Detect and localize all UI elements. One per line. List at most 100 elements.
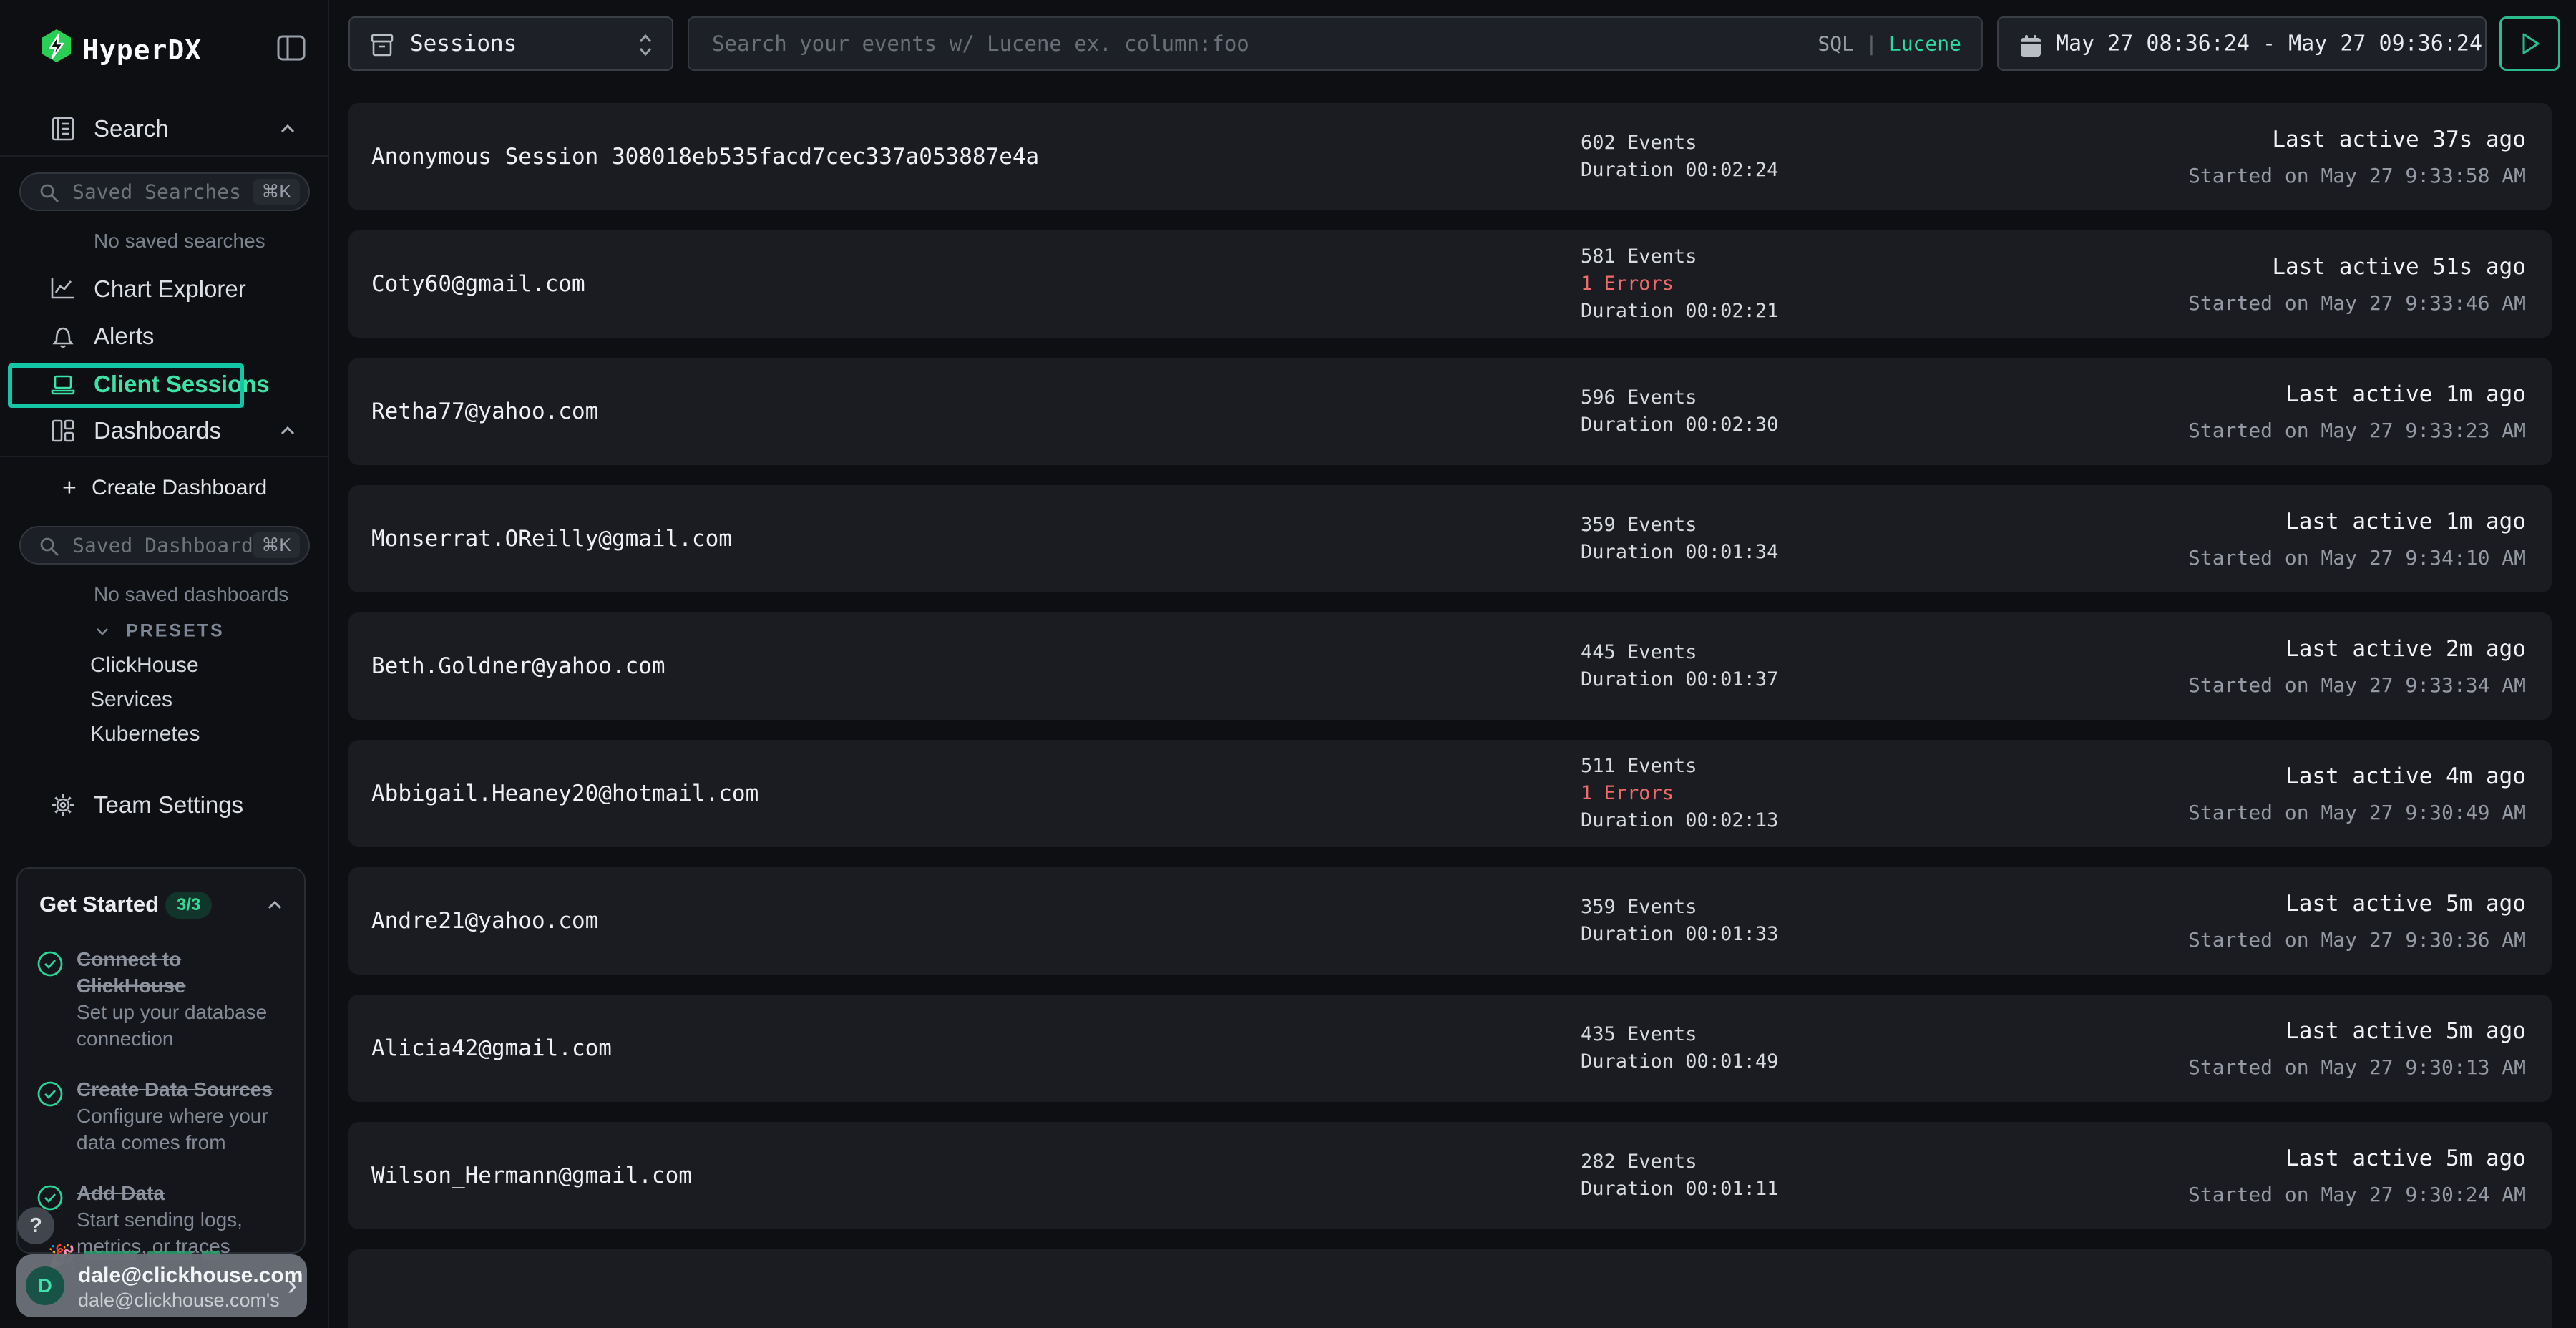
session-activity: Last active 1m ago Started on May 27 9:3… xyxy=(2188,358,2526,465)
progress-badge: 3/3 xyxy=(165,892,212,919)
sessions-source-icon xyxy=(369,31,396,59)
session-stats: 511 Events 1 Errors Duration 00:02:13 xyxy=(1581,740,1778,847)
saved-searches-placeholder: Saved Searches xyxy=(72,180,241,204)
session-name: Monserrat.OReilly@gmail.com xyxy=(371,485,732,592)
session-card[interactable]: Wilson_Hermann@gmail.com 282 Events Dura… xyxy=(348,1122,2552,1229)
help-button[interactable]: ? xyxy=(17,1207,54,1244)
sidebar-item-label: Alerts xyxy=(94,323,154,350)
get-started-step[interactable]: Create Data Sources Configure where your… xyxy=(36,1076,286,1156)
search-icon xyxy=(38,535,61,558)
presets-toggle[interactable]: PRESETS xyxy=(0,607,329,655)
session-name: Beth.Goldner@yahoo.com xyxy=(371,612,665,720)
step-desc: Start sending logs, metrics, or traces xyxy=(77,1209,243,1257)
session-duration: Duration 00:02:24 xyxy=(1581,157,1778,184)
session-name: Coty60@gmail.com xyxy=(371,230,585,338)
session-name: Abbigail.Heaney20@hotmail.com xyxy=(371,740,758,847)
source-select-value: Sessions xyxy=(410,31,517,57)
session-activity: Last active 2m ago Started on May 27 9:3… xyxy=(2188,612,2526,720)
session-started: Started on May 27 9:33:23 AM xyxy=(2188,419,2526,442)
session-events: 581 Events xyxy=(1581,243,1778,270)
user-account-chip[interactable]: D dale@clickhouse.com dale@clickhouse.co… xyxy=(16,1254,307,1317)
session-card[interactable]: Retha77@yahoo.com 596 Events Duration 00… xyxy=(348,358,2552,465)
sql-mode-button[interactable]: SQL xyxy=(1818,32,1854,56)
lucene-mode-button[interactable]: Lucene xyxy=(1889,32,1961,56)
sidebar-item-client-sessions[interactable]: Client Sessions xyxy=(0,361,329,408)
session-stats: 359 Events Duration 00:01:33 xyxy=(1581,867,1778,975)
session-card[interactable]: Abbigail.Heaney20@hotmail.com 511 Events… xyxy=(348,740,2552,847)
session-last-active: Last active 1m ago xyxy=(2285,381,2526,407)
mode-separator: | xyxy=(1865,32,1878,56)
session-activity: Last active 1m ago Started on May 27 9:3… xyxy=(2188,485,2526,592)
sidebar-item-alerts[interactable]: Alerts xyxy=(0,313,329,360)
session-card[interactable]: Beth.Goldner@yahoo.com 445 Events Durati… xyxy=(348,612,2552,720)
create-dashboard-button[interactable]: + Create Dashboard xyxy=(0,464,329,512)
session-duration: Duration 00:02:21 xyxy=(1581,298,1778,325)
session-card[interactable]: Andre21@yahoo.com 359 Events Duration 00… xyxy=(348,867,2552,975)
get-started-step[interactable]: Connect to ClickHouse Set up your databa… xyxy=(36,946,286,1052)
no-saved-dashboards-note: No saved dashboards xyxy=(94,583,288,606)
session-started: Started on May 27 9:30:49 AM xyxy=(2188,801,2526,824)
session-last-active: Last active 5m ago xyxy=(2285,1146,2526,1171)
chart-explorer-icon xyxy=(49,275,77,303)
session-duration: Duration 00:01:49 xyxy=(1581,1048,1778,1075)
chevron-up-icon[interactable] xyxy=(278,421,298,441)
session-card-partial[interactable] xyxy=(348,1249,2552,1328)
session-errors: 1 Errors xyxy=(1581,270,1778,298)
sidebar-item-dashboards[interactable]: Dashboards xyxy=(0,407,329,454)
session-activity: Last active 51s ago Started on May 27 9:… xyxy=(2188,230,2526,338)
session-events: 602 Events xyxy=(1581,130,1778,157)
session-stats: 282 Events Duration 00:01:11 xyxy=(1581,1122,1778,1229)
divider xyxy=(0,155,329,157)
sidebar-item-label: Dashboards xyxy=(94,417,221,444)
session-activity: Last active 5m ago Started on May 27 9:3… xyxy=(2188,995,2526,1102)
session-events: 511 Events xyxy=(1581,753,1778,780)
chevron-up-icon[interactable] xyxy=(278,119,298,139)
session-card[interactable]: Alicia42@gmail.com 435 Events Duration 0… xyxy=(348,995,2552,1102)
sidebar-item-label: Chart Explorer xyxy=(94,275,246,303)
session-stats: 435 Events Duration 00:01:49 xyxy=(1581,995,1778,1102)
preset-kubernetes[interactable]: Kubernetes xyxy=(90,722,200,746)
session-name: Andre21@yahoo.com xyxy=(371,867,598,975)
session-card[interactable]: Monserrat.OReilly@gmail.com 359 Events D… xyxy=(348,485,2552,592)
user-team: dale@clickhouse.com's xyxy=(78,1289,280,1312)
session-started: Started on May 27 9:33:34 AM xyxy=(2188,673,2526,697)
query-language-toggle: SQL | Lucene xyxy=(1818,32,1961,56)
app-title: HyperDX xyxy=(82,34,202,66)
session-activity: Last active 5m ago Started on May 27 9:3… xyxy=(2188,867,2526,975)
chevron-up-icon[interactable] xyxy=(265,896,284,914)
event-search-input[interactable]: Search your events w/ Lucene ex. column:… xyxy=(688,16,1983,71)
session-card[interactable]: Coty60@gmail.com 581 Events 1 Errors Dur… xyxy=(348,230,2552,338)
session-duration: Duration 00:01:37 xyxy=(1581,666,1778,693)
step-title: Create Data Sources xyxy=(77,1078,273,1100)
sidebar-item-team-settings[interactable]: Team Settings xyxy=(0,781,329,829)
check-circle-icon xyxy=(36,1080,64,1108)
session-name: Wilson_Hermann@gmail.com xyxy=(371,1122,692,1229)
search-icon xyxy=(38,182,61,205)
time-range-picker[interactable]: May 27 08:36:24 - May 27 09:36:24 xyxy=(1997,16,2487,71)
session-started: Started on May 27 9:30:24 AM xyxy=(2188,1183,2526,1206)
preset-services[interactable]: Services xyxy=(90,688,172,712)
time-range-value: May 27 08:36:24 - May 27 09:36:24 xyxy=(2056,31,2482,57)
session-duration: Duration 00:02:13 xyxy=(1581,807,1778,834)
run-query-button[interactable] xyxy=(2499,16,2560,71)
collapse-sidebar-icon[interactable] xyxy=(276,33,306,63)
session-events: 359 Events xyxy=(1581,894,1778,921)
calendar-icon xyxy=(2019,34,2043,58)
session-stats: 602 Events Duration 00:02:24 xyxy=(1581,103,1778,210)
sidebar-item-chart-explorer[interactable]: Chart Explorer xyxy=(0,265,329,313)
saved-searches-input[interactable]: Saved Searches ⌘K xyxy=(19,172,310,211)
saved-dashboards-placeholder: Saved Dashboards xyxy=(72,534,265,557)
session-started: Started on May 27 9:33:58 AM xyxy=(2188,164,2526,187)
session-card[interactable]: Anonymous Session 308018eb535facd7cec337… xyxy=(348,103,2552,210)
session-events: 282 Events xyxy=(1581,1148,1778,1176)
step-desc: Configure where your data comes from xyxy=(77,1105,268,1153)
preset-clickhouse[interactable]: ClickHouse xyxy=(90,653,199,678)
session-activity: Last active 4m ago Started on May 27 9:3… xyxy=(2188,740,2526,847)
journal-search-icon xyxy=(49,115,77,142)
session-name: Anonymous Session 308018eb535facd7cec337… xyxy=(371,103,1039,210)
check-circle-icon xyxy=(36,950,64,977)
sidebar-item-search[interactable]: Search xyxy=(0,105,329,152)
sidebar: HyperDX Search xyxy=(0,0,329,1328)
saved-dashboards-input[interactable]: Saved Dashboards ⌘K xyxy=(19,526,310,565)
source-select[interactable]: Sessions xyxy=(348,16,673,71)
